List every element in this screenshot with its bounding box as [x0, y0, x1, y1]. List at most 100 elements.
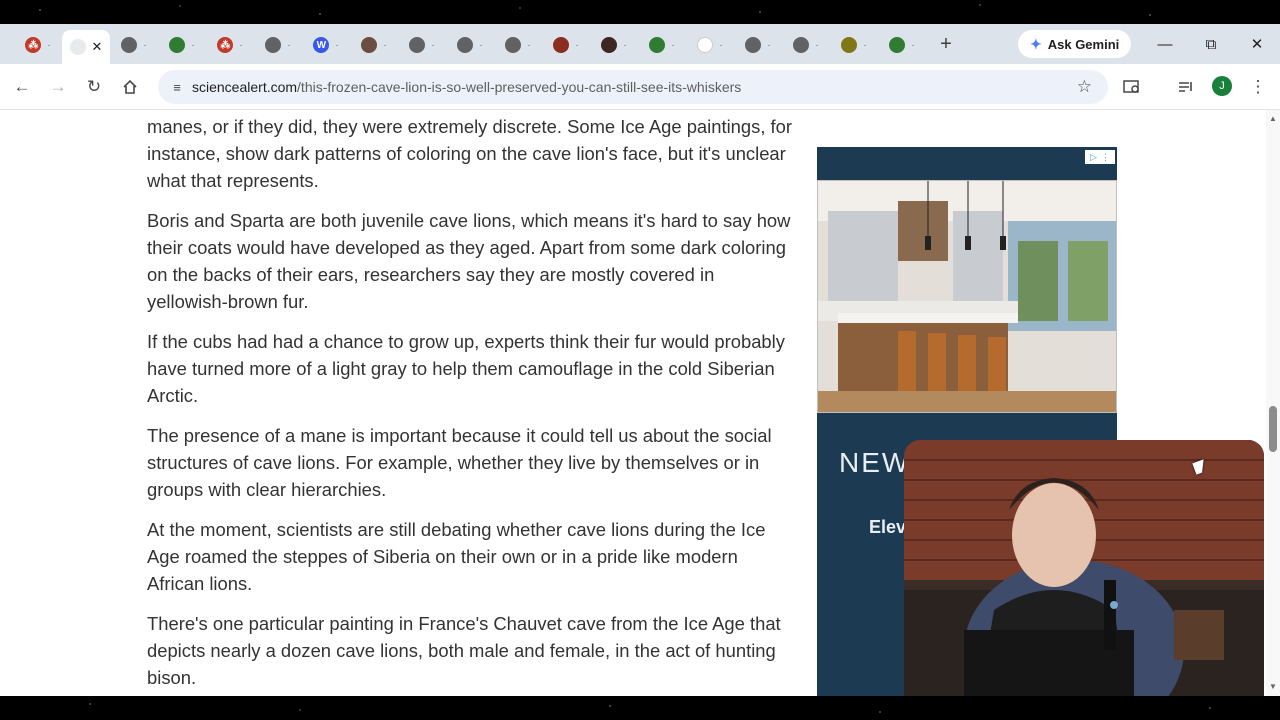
- sciencealert-favicon-icon: ⁂: [217, 37, 234, 53]
- browser-tab[interactable]: ⁂ ·: [14, 29, 62, 61]
- scroll-up-arrow-icon[interactable]: ▲: [1268, 114, 1278, 123]
- minimize-button[interactable]: —: [1142, 24, 1188, 64]
- reload-icon: ↻: [86, 77, 102, 96]
- browser-tab[interactable]: ·: [446, 29, 494, 61]
- webcam-feed-image: [904, 440, 1264, 696]
- browser-tab[interactable]: W ·: [302, 29, 350, 61]
- restore-button[interactable]: ⧉: [1188, 24, 1234, 64]
- media-control-button[interactable]: [1172, 73, 1200, 101]
- arrow-right-icon: →: [49, 77, 67, 96]
- article-paragraph: At the moment, scientists are still deba…: [147, 519, 766, 594]
- tab-strip: ⁂ · ✕ · · ⁂ · · W · · · · · · · · · · · · · + ✦ Ask Gemini — …: [0, 24, 1280, 64]
- page-scrollbar[interactable]: ▲ ▼: [1266, 110, 1280, 696]
- park-favicon-icon: [841, 37, 858, 53]
- url-text[interactable]: sciencealert.com/this-frozen-cave-lion-i…: [192, 79, 741, 95]
- browser-tab[interactable]: ·: [542, 29, 590, 61]
- new-tab-button[interactable]: +: [932, 30, 960, 58]
- url-path: /this-frozen-cave-lion-is-so-well-preser…: [297, 79, 742, 95]
- browser-tab[interactable]: ·: [110, 29, 158, 61]
- tab-title-fragment: ·: [527, 39, 531, 51]
- browser-tab[interactable]: ·: [686, 29, 734, 61]
- active-tab-favicon-icon: [69, 39, 86, 55]
- browser-tab[interactable]: ·: [734, 29, 782, 61]
- article-paragraph: If the cubs had had a chance to grow up,…: [147, 331, 785, 406]
- article-paragraph: The presence of a mane is important beca…: [147, 425, 772, 500]
- browser-tab[interactable]: ·: [494, 29, 542, 61]
- webcam-overlay: [904, 440, 1264, 696]
- gemini-sparkle-icon: ✦: [1030, 35, 1042, 52]
- tab-title-fragment: ·: [863, 39, 867, 51]
- image-favicon-icon: [505, 37, 522, 53]
- tab-title-fragment: ·: [911, 39, 915, 51]
- browser-tab[interactable]: ·: [878, 29, 926, 61]
- close-icon: ✕: [1250, 36, 1264, 53]
- globe-favicon-icon: [793, 37, 810, 53]
- profile-avatar[interactable]: J: [1212, 76, 1232, 96]
- ad-subline: Elev: [869, 517, 907, 537]
- wikipedia-favicon-icon: [169, 37, 186, 53]
- bird-favicon-icon: [361, 37, 378, 53]
- globe-favicon-icon: [745, 37, 762, 53]
- circle-logo-favicon-icon: [601, 37, 618, 53]
- tab-title-fragment: ·: [287, 39, 291, 51]
- home-button[interactable]: [116, 73, 144, 101]
- tab-close-icon[interactable]: ✕: [92, 39, 103, 55]
- menu-button[interactable]: ⋮: [1244, 73, 1272, 101]
- ad-kitchen-image[interactable]: [817, 180, 1117, 413]
- ask-gemini-button[interactable]: ✦ Ask Gemini: [1018, 30, 1132, 58]
- article-paragraph: manes, or if they did, they were extreme…: [147, 116, 793, 191]
- scroll-down-arrow-icon[interactable]: ▼: [1268, 682, 1278, 691]
- globe-favicon-icon: [409, 37, 426, 53]
- tab-title-fragment: ·: [479, 39, 483, 51]
- ark-favicon-icon: [553, 37, 570, 53]
- bookmark-star-icon[interactable]: ☆: [1077, 77, 1092, 97]
- globe-favicon-icon: [457, 37, 474, 53]
- browser-tab[interactable]: ·: [254, 29, 302, 61]
- tab-title-fragment: ·: [671, 39, 675, 51]
- browser-window: ⁂ · ✕ · · ⁂ · · W · · · · · · · · · · · · · + ✦ Ask Gemini — …: [0, 24, 1280, 696]
- media-queue-icon: [1179, 82, 1192, 92]
- close-window-button[interactable]: ✕: [1234, 24, 1280, 64]
- tab-title-fragment: ·: [623, 39, 627, 51]
- page-content: manes, or if they did, they were extreme…: [0, 110, 1280, 696]
- browser-tab[interactable]: ·: [782, 29, 830, 61]
- tab-title-fragment: ·: [335, 39, 339, 51]
- screen-search-icon: [1123, 80, 1139, 93]
- blank-favicon-icon: [697, 37, 714, 53]
- tab-title-fragment: ·: [383, 39, 387, 51]
- screen-search-button[interactable]: [1118, 73, 1146, 101]
- back-button[interactable]: ←: [8, 73, 36, 101]
- browser-tab[interactable]: ·: [158, 29, 206, 61]
- browser-tab[interactable]: ⁂ ·: [206, 29, 254, 61]
- ad-close-icon: ⋮: [1100, 151, 1110, 162]
- tab-title-fragment: ·: [431, 39, 435, 51]
- article-paragraph: There's one particular painting in Franc…: [147, 613, 781, 688]
- ask-gemini-label: Ask Gemini: [1047, 36, 1120, 52]
- browser-tab[interactable]: ·: [830, 29, 878, 61]
- tab-title-fragment: ·: [239, 39, 243, 51]
- wordpress-favicon-icon: W: [313, 37, 330, 53]
- tab-title-fragment: ·: [719, 39, 723, 51]
- article-body: manes, or if they did, they were extreme…: [147, 110, 797, 696]
- url-host: sciencealert.com: [192, 79, 298, 95]
- scroll-thumb[interactable]: [1269, 406, 1277, 452]
- ad-header: ▷ ⋮: [817, 147, 1117, 180]
- browser-tab[interactable]: ·: [638, 29, 686, 61]
- tab-title-fragment: ·: [191, 39, 195, 51]
- home-icon: [123, 79, 137, 94]
- wikipedia-favicon-icon: [649, 37, 666, 53]
- browser-tab[interactable]: ✕: [62, 30, 110, 64]
- forward-button[interactable]: →: [44, 73, 72, 101]
- address-bar[interactable]: ≡ sciencealert.com/this-frozen-cave-lion…: [158, 70, 1108, 104]
- browser-tab[interactable]: ·: [590, 29, 638, 61]
- browser-tab[interactable]: ·: [350, 29, 398, 61]
- site-info-icon[interactable]: ≡: [162, 80, 192, 95]
- adchoices-badge[interactable]: ▷ ⋮: [1085, 150, 1115, 164]
- kitchen-illustration: [818, 181, 1116, 412]
- adchoices-icon: ▷: [1090, 151, 1097, 162]
- browser-tab[interactable]: ·: [398, 29, 446, 61]
- reload-button[interactable]: ↻: [80, 73, 108, 101]
- globe-favicon-icon: [121, 37, 138, 53]
- wikipedia-favicon-icon: [889, 37, 906, 53]
- browser-toolbar: ← → ↻ ≡ sciencealert.com/this-frozen-cav…: [0, 64, 1280, 110]
